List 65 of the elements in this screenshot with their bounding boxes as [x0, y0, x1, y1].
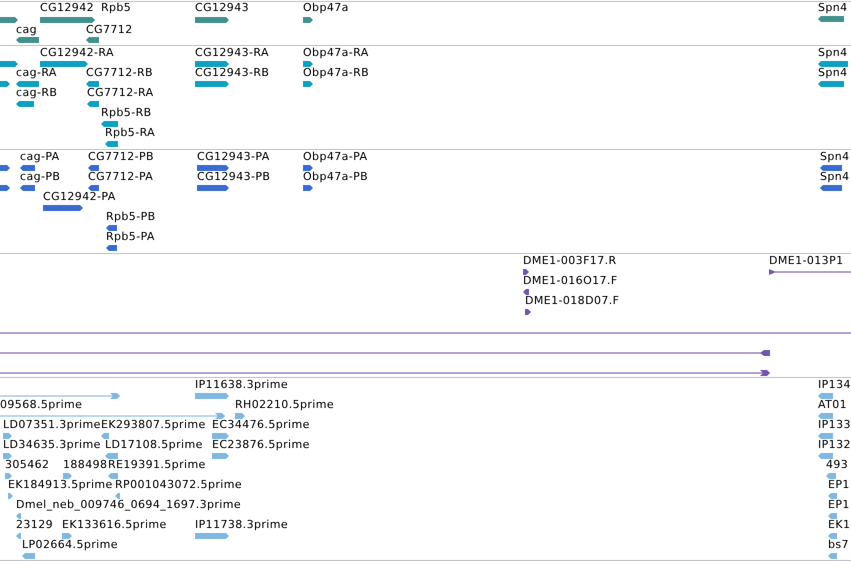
feature-label: Obp47a-RA — [303, 47, 369, 59]
feature-label: LP02664.5prime — [22, 539, 118, 551]
feature-label: CG7712-PB — [88, 151, 154, 163]
feature-label: RH02210.5prime — [235, 399, 334, 411]
feature-label: CG12943-PA — [197, 151, 270, 163]
feature-label: LD17108.5prime — [105, 439, 203, 451]
feature-label: Dmel_neb_009746_0694_1697.3prime — [16, 499, 242, 511]
feature-label: cag — [16, 24, 37, 36]
feature-label: Rpb5-PB — [106, 211, 156, 223]
feature-label: Obp47a-RB — [303, 67, 370, 79]
feature-label: Spn4 — [820, 171, 850, 183]
feature-label: Rpb5-RB — [101, 107, 152, 119]
feature-label: IP133 — [818, 419, 851, 431]
feature-label: Rpb5-PA — [106, 231, 155, 243]
feature-label: EC34476.5prime — [212, 419, 310, 431]
feature-label: DME1-013P1 — [769, 255, 844, 267]
feature-label: cag-RB — [16, 87, 58, 99]
feature-label: RP001043072.5prime — [115, 479, 242, 491]
feature-label: Obp47a-PA — [303, 151, 368, 163]
feature-label: IP132 — [818, 439, 851, 451]
feature-label: Rpb5 — [101, 2, 132, 14]
feature-label: IP11638.3prime — [195, 379, 288, 391]
feature-label: CG7712-PA — [88, 171, 154, 183]
feature-label: CG7712 — [86, 24, 133, 36]
feature-label: cag-PB — [20, 171, 60, 183]
feature-label: Spn4 — [818, 47, 848, 59]
feature-label: Spn4 — [820, 151, 850, 163]
feature-label: EK293807.5prime — [101, 419, 206, 431]
feature-label: DME1-016O17.F — [523, 275, 618, 287]
feature-label: Obp47a-PB — [303, 171, 368, 183]
feature-label: EP1 — [828, 499, 850, 511]
feature-label: RE19391.5prime — [108, 459, 206, 471]
feature-label: DME1-003F17.R — [523, 255, 617, 267]
feature-label: CG12943-RA — [195, 47, 269, 59]
feature-label: CG12943-PB — [197, 171, 270, 183]
feature-label: EC23876.5prime — [212, 439, 310, 451]
feature-label: Spn4 — [818, 67, 848, 79]
feature-label: cag-PA — [20, 151, 60, 163]
feature-label: CG7712-RB — [86, 67, 153, 79]
feature-label: EK184913.5prime — [8, 479, 113, 491]
feature-label: CG12943 — [195, 2, 249, 14]
feature-label: Spn4 — [818, 2, 848, 14]
feature-label: LD07351.3prime — [3, 419, 101, 431]
feature-label: IP134 — [818, 379, 851, 391]
feature-label: CG12942-RA — [40, 47, 114, 59]
feature-label: CG12943-RB — [195, 67, 270, 79]
feature-label: cag-RA — [16, 67, 57, 79]
feature-label: Rpb5-RA — [105, 127, 156, 139]
feature-label: CG12942 — [40, 2, 94, 14]
feature-label: CG12942-PA — [43, 191, 116, 203]
feature-label: EK1 — [828, 519, 850, 531]
feature-label: EK133616.5prime — [62, 519, 167, 531]
feature-label: EP1 — [828, 479, 850, 491]
feature-label: 23129 — [16, 519, 53, 531]
feature-label: AT01 — [818, 399, 847, 411]
feature-label: 09568.5prime — [0, 399, 82, 411]
feature-label: 305462 — [5, 459, 50, 471]
feature-label: DME1-018D07.F — [525, 295, 620, 307]
feature-label: bs7 — [828, 539, 849, 551]
feature-label: CG7712-RA — [87, 87, 154, 99]
feature-label: IP11738.3prime — [195, 519, 288, 531]
feature-label: Obp47a — [303, 2, 349, 14]
feature-label: 188498 — [63, 459, 108, 471]
feature-label: 493 — [826, 459, 848, 471]
feature-label: LD34635.3prime — [3, 439, 101, 451]
